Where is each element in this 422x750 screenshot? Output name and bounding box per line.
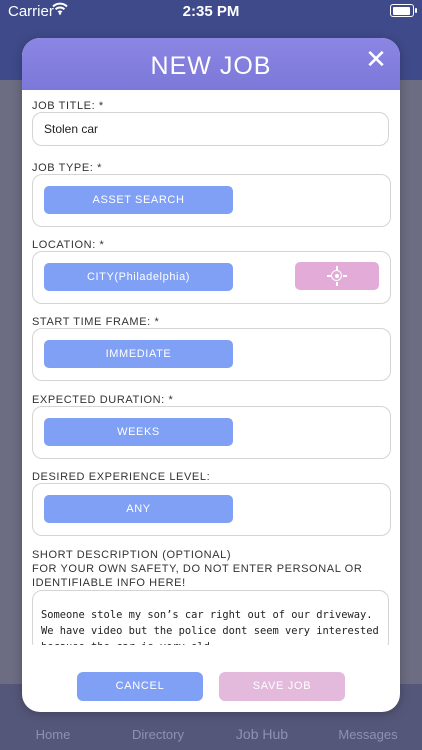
modal-header: NEW JOB ✕: [22, 38, 400, 90]
duration-box: WEEKS: [32, 406, 391, 459]
status-bar: Carrier 2:35 PM: [0, 0, 422, 24]
job-form: JOB TITLE: * JOB TYPE: * ASSET SEARCH LO…: [22, 90, 400, 645]
duration-label: EXPECTED DURATION: *: [32, 394, 174, 406]
description-textarea[interactable]: Someone stole my son’s car right out of …: [32, 590, 389, 645]
safety-warning-line-1: FOR YOUR OWN SAFETY, DO NOT ENTER PERSON…: [32, 563, 363, 575]
job-type-box: ASSET SEARCH: [32, 174, 391, 227]
tab-job-hub: Job Hub: [235, 726, 289, 742]
job-type-label: JOB TYPE: *: [32, 162, 102, 174]
duration-button[interactable]: WEEKS: [44, 418, 233, 446]
safety-warning-line-2: IDENTIFIABLE INFO HERE!: [32, 577, 186, 589]
experience-box: ANY: [32, 483, 391, 536]
modal-title: NEW JOB: [150, 52, 272, 80]
experience-label: DESIRED EXPERIENCE LEVEL:: [32, 471, 211, 483]
clock: 2:35 PM: [182, 3, 240, 20]
current-location-button[interactable]: [295, 262, 379, 290]
experience-button[interactable]: ANY: [44, 495, 233, 523]
location-box: CITY(Philadelphia): [32, 251, 391, 304]
new-job-modal: NEW JOB ✕ JOB TITLE: * JOB TYPE: * ASSET…: [22, 38, 400, 712]
battery-icon: [390, 4, 417, 17]
location-button[interactable]: CITY(Philadelphia): [44, 263, 233, 291]
tab-directory: Directory: [131, 727, 184, 742]
tab-messages: Messages: [338, 727, 398, 742]
description-label: SHORT DESCRIPTION (OPTIONAL): [32, 549, 232, 561]
cancel-button[interactable]: CANCEL: [77, 672, 203, 701]
close-icon[interactable]: ✕: [360, 44, 392, 76]
save-job-button[interactable]: SAVE JOB: [219, 672, 345, 701]
location-label: LOCATION: *: [32, 239, 105, 251]
start-time-label: START TIME FRAME: *: [32, 316, 160, 328]
job-title-label: JOB TITLE: *: [32, 100, 104, 112]
tab-home: Home: [35, 727, 71, 742]
job-type-button[interactable]: ASSET SEARCH: [44, 186, 233, 214]
job-title-input[interactable]: [32, 112, 389, 146]
start-time-box: IMMEDIATE: [32, 328, 391, 381]
start-time-button[interactable]: IMMEDIATE: [44, 340, 233, 368]
